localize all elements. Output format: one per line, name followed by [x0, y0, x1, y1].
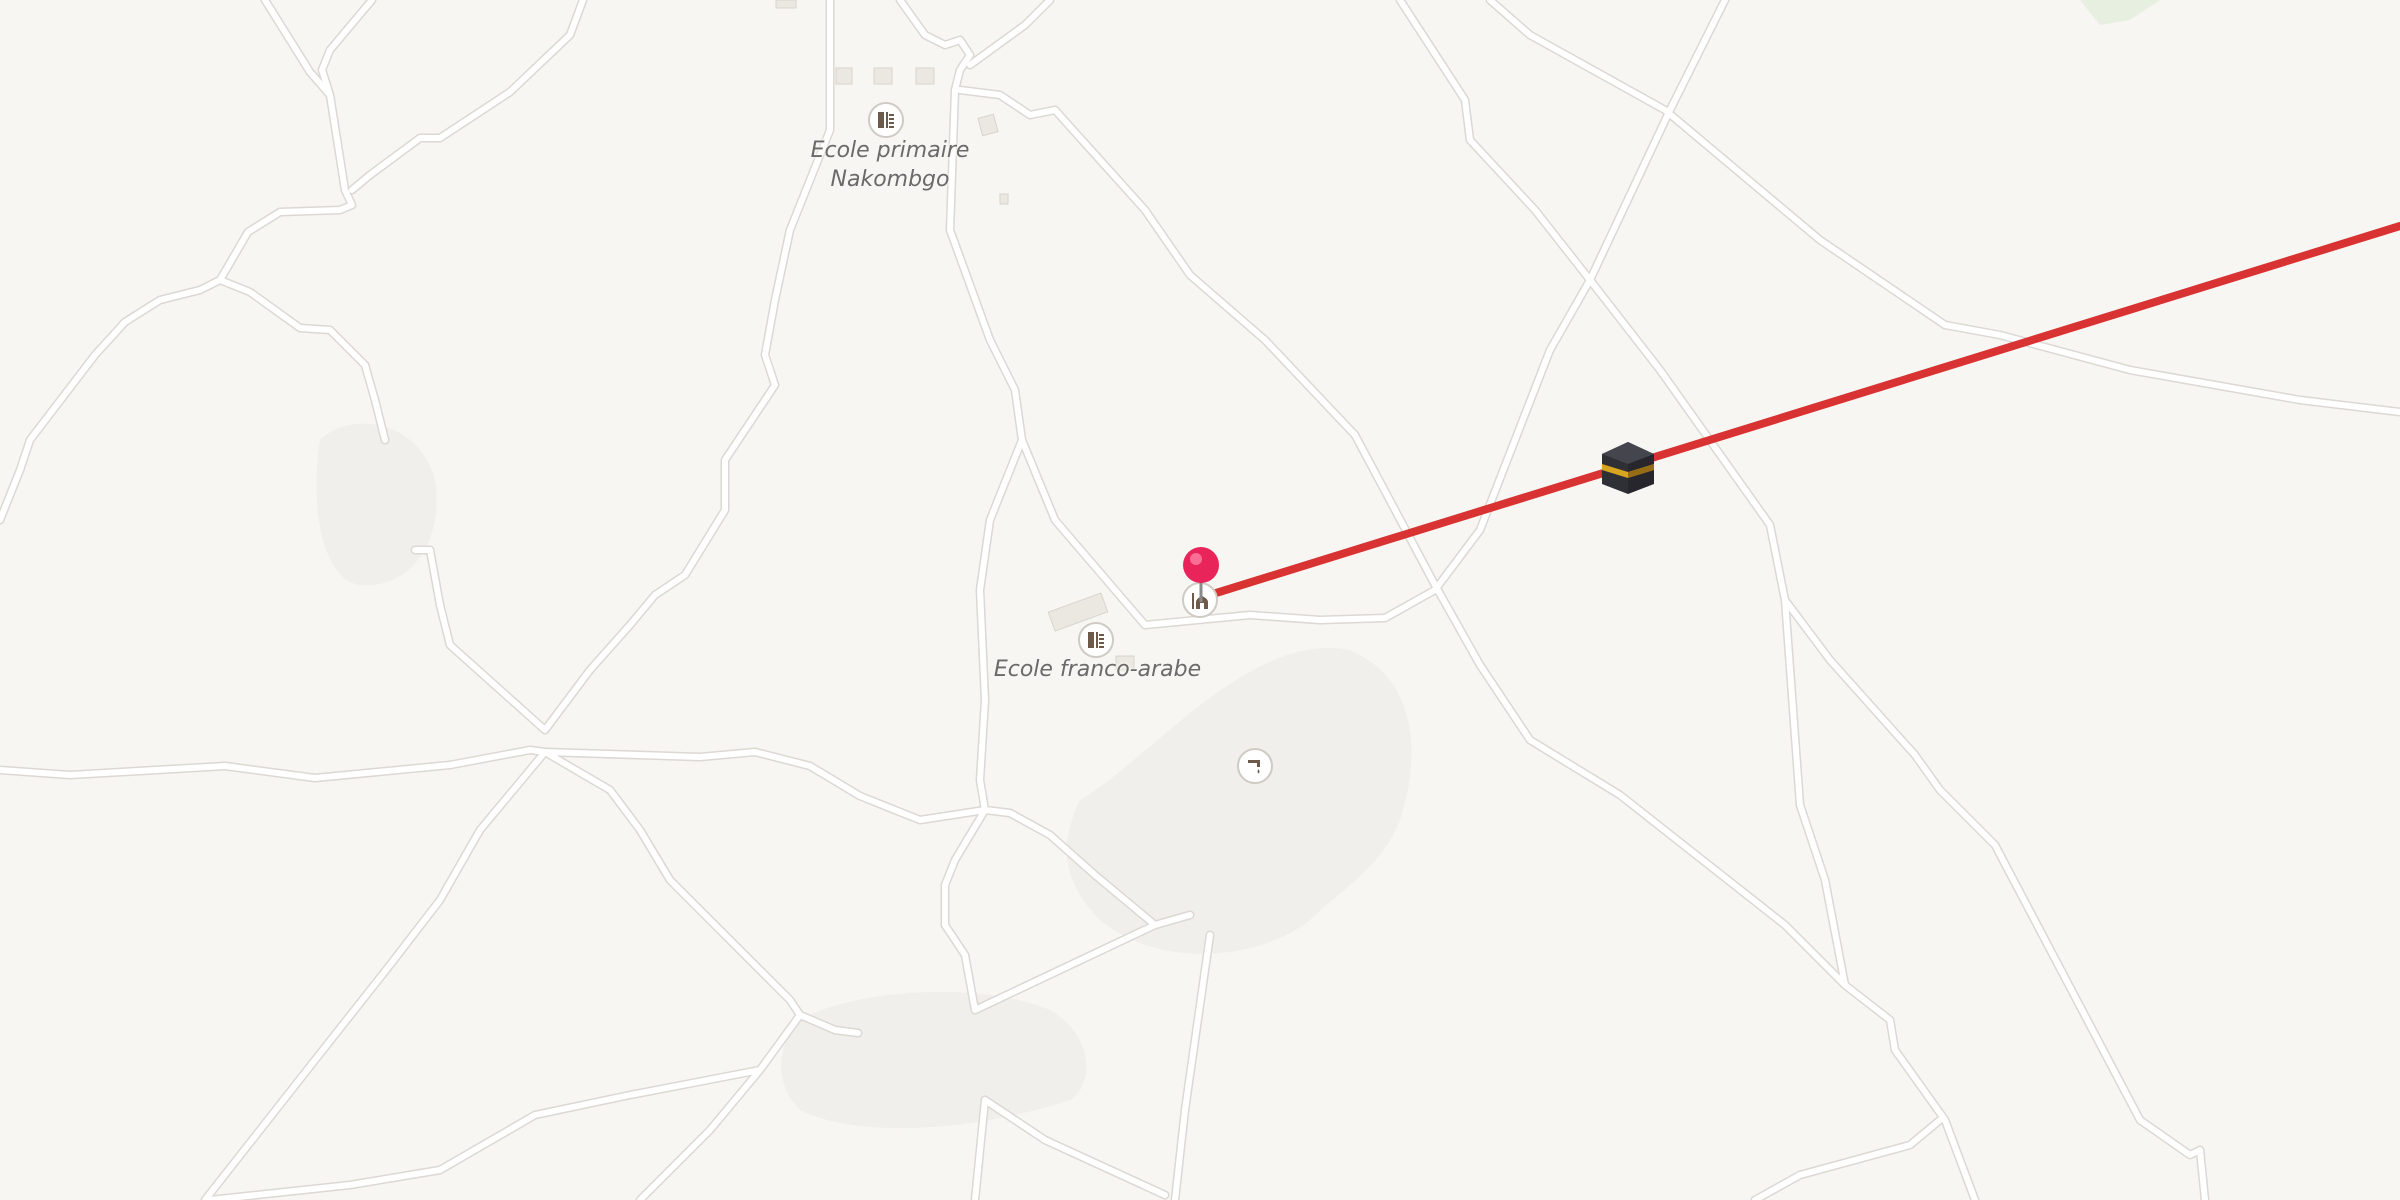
pin-glyph [1183, 547, 1219, 602]
school-icon[interactable] [1078, 622, 1114, 658]
school-glyph [878, 112, 894, 128]
landuse-areas [316, 0, 2160, 1129]
school-icon[interactable] [868, 102, 904, 138]
school-north-label[interactable]: Ecole primaire Nakombgo [780, 136, 1000, 194]
school-center-label[interactable]: Ecole franco-arabe [960, 655, 1235, 684]
water-tap-glyph [1248, 760, 1260, 774]
map-canvas[interactable]: Ecole primaire Nakombgo Ecole franco-ara… [0, 0, 2400, 1200]
kaaba-icon[interactable] [1600, 440, 1656, 501]
water-tap-icon[interactable] [1237, 748, 1273, 784]
qibla-direction-line [1196, 222, 2400, 602]
location-pin-icon[interactable] [1178, 544, 1224, 609]
school-glyph [1088, 632, 1104, 648]
kaaba-glyph [1602, 442, 1654, 494]
